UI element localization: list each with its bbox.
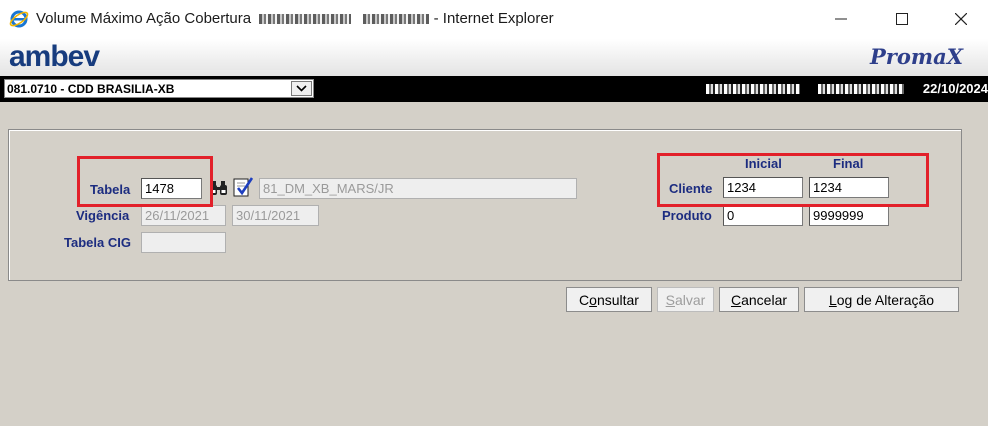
- vigencia-start-field: [141, 205, 226, 226]
- minimize-icon: [835, 18, 847, 20]
- cliente-highlight-box: [657, 153, 929, 207]
- tabela-description-field: [259, 178, 577, 199]
- close-icon: [955, 13, 967, 25]
- checklist-icon[interactable]: [233, 176, 254, 200]
- produto-initial-input[interactable]: [723, 205, 803, 226]
- maximize-icon: [896, 13, 908, 25]
- window-title-bar: Volume Máximo Ação Cobertura - Internet …: [0, 0, 988, 39]
- log-alteracao-button[interactable]: Log de Alteração: [804, 287, 959, 312]
- branch-dropdown-button[interactable]: [291, 81, 312, 96]
- produto-label: Produto: [662, 208, 712, 223]
- vigencia-end-field: [232, 205, 319, 226]
- window-title: Volume Máximo Ação Cobertura - Internet …: [36, 10, 554, 27]
- context-bar: 081.0710 - CDD BRASILIA-XB 22/10/2024: [0, 76, 988, 102]
- promax-logo: PromaX: [870, 44, 963, 69]
- tabela-cig-field: [141, 232, 226, 253]
- chevron-down-icon: [296, 85, 307, 92]
- branch-select-value: 081.0710 - CDD BRASILIA-XB: [7, 82, 175, 96]
- redacted-user-info: [706, 84, 800, 94]
- current-date: 22/10/2024: [922, 81, 988, 96]
- minimize-button[interactable]: [826, 6, 856, 32]
- close-button[interactable]: [946, 6, 976, 32]
- tabela-highlight-box: [77, 156, 213, 207]
- redacted-user-info: [818, 84, 904, 94]
- maximize-button[interactable]: [887, 6, 917, 32]
- produto-final-input[interactable]: [809, 205, 889, 226]
- consultar-button[interactable]: Co nsultar: [566, 287, 652, 312]
- branch-select[interactable]: 081.0710 - CDD BRASILIA-XB: [4, 79, 314, 98]
- ambev-logo: ambev: [9, 40, 100, 73]
- vigencia-label: Vigência: [76, 208, 130, 223]
- salvar-button[interactable]: Salvar: [657, 287, 714, 312]
- internet-explorer-icon: [9, 9, 29, 29]
- cancelar-button[interactable]: Cancelar: [719, 287, 799, 312]
- app-header: ambev PromaX: [0, 39, 988, 76]
- tabela-cig-label: Tabela CIG: [64, 235, 131, 250]
